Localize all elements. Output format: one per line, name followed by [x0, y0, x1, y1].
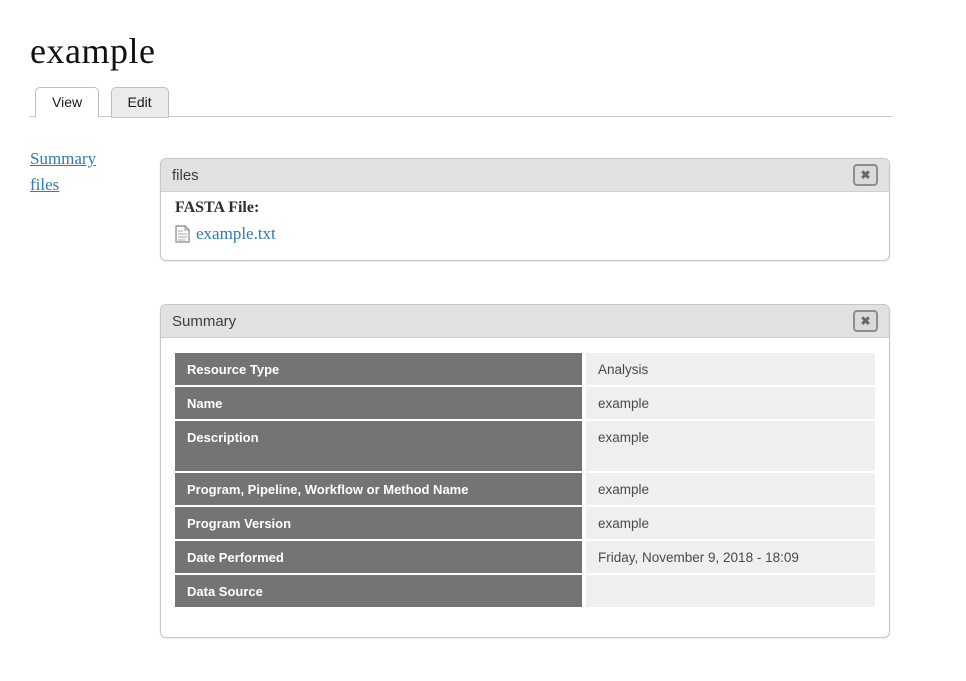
- row-label: Name: [175, 387, 582, 419]
- table-row: Resource Type Analysis: [175, 353, 875, 385]
- summary-panel-title: Summary: [172, 313, 236, 330]
- file-link[interactable]: example.txt: [196, 224, 276, 244]
- row-value: example: [586, 473, 875, 505]
- summary-panel: Summary ✖ Resource Type Analysis Name ex…: [160, 304, 890, 638]
- sidebar-nav-item: Summary: [30, 146, 160, 172]
- files-panel: files ✖ FASTA File:: [160, 158, 890, 261]
- fasta-file-label: FASTA File:: [175, 199, 875, 217]
- row-label: Description: [175, 421, 582, 471]
- table-row: Data Source: [175, 575, 875, 607]
- row-label: Resource Type: [175, 353, 582, 385]
- content-area: Summary files files ✖ FASTA File:: [30, 146, 936, 681]
- row-value: [586, 575, 875, 607]
- table-row: Date Performed Friday, November 9, 2018 …: [175, 541, 875, 573]
- page: example View Edit Summary files files ✖ …: [0, 0, 966, 681]
- files-panel-header: files ✖: [161, 159, 889, 192]
- row-label: Data Source: [175, 575, 582, 607]
- file-row: example.txt: [175, 224, 875, 244]
- sidebar-link-summary[interactable]: Summary: [30, 146, 96, 172]
- tab-edit[interactable]: Edit: [111, 87, 169, 118]
- row-value: example: [586, 421, 875, 471]
- sidebar: Summary files: [30, 146, 160, 681]
- close-icon[interactable]: ✖: [853, 164, 878, 186]
- files-panel-title: files: [172, 167, 199, 184]
- summary-panel-header: Summary ✖: [161, 305, 889, 338]
- sidebar-nav-item: files: [30, 172, 160, 198]
- close-icon[interactable]: ✖: [853, 310, 878, 332]
- row-value: Analysis: [586, 353, 875, 385]
- table-row: Name example: [175, 387, 875, 419]
- table-row: Description example: [175, 421, 875, 471]
- main-column: files ✖ FASTA File:: [160, 146, 890, 681]
- sidebar-link-files[interactable]: files: [30, 172, 59, 198]
- page-title: example: [30, 30, 936, 72]
- tab-bar: View Edit: [30, 86, 892, 117]
- row-label: Date Performed: [175, 541, 582, 573]
- files-panel-body: FASTA File: example: [161, 192, 889, 260]
- row-value: Friday, November 9, 2018 - 18:09: [586, 541, 875, 573]
- summary-table: Resource Type Analysis Name example Desc…: [175, 353, 875, 609]
- table-row: Program, Pipeline, Workflow or Method Na…: [175, 473, 875, 505]
- table-row: Program Version example: [175, 507, 875, 539]
- text-document-icon: [175, 225, 190, 243]
- row-value: example: [586, 507, 875, 539]
- summary-panel-body: Resource Type Analysis Name example Desc…: [161, 338, 889, 637]
- row-label: Program Version: [175, 507, 582, 539]
- row-value: example: [586, 387, 875, 419]
- tab-view[interactable]: View: [35, 87, 99, 118]
- row-label: Program, Pipeline, Workflow or Method Na…: [175, 473, 582, 505]
